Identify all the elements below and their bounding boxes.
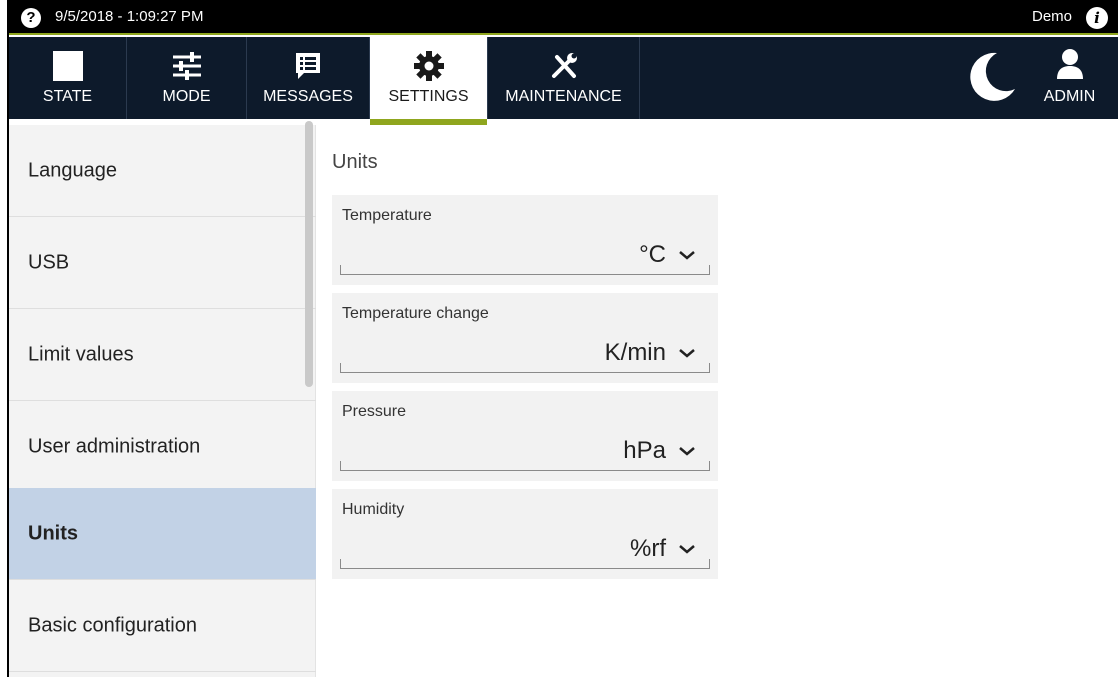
field-label: Humidity bbox=[342, 501, 405, 518]
temperature-unit-select[interactable]: °C bbox=[340, 233, 710, 275]
chevron-down-icon bbox=[676, 539, 698, 559]
tab-settings[interactable]: SETTINGS bbox=[370, 37, 488, 125]
field-label: Temperature change bbox=[342, 305, 489, 322]
page-title: Units bbox=[332, 151, 378, 173]
stop-square-icon bbox=[52, 51, 83, 86]
gear-icon bbox=[413, 51, 444, 86]
tab-maintenance-label: MAINTENANCE bbox=[505, 88, 622, 105]
field-label: Temperature bbox=[342, 207, 432, 224]
status-bar: ? 9/5/2018 - 1:09:27 PM Demo i bbox=[9, 0, 1118, 35]
user-admin-button[interactable]: ADMIN bbox=[1021, 37, 1118, 119]
tab-messages-label: MESSAGES bbox=[263, 88, 353, 105]
tab-messages[interactable]: MESSAGES bbox=[247, 37, 370, 119]
user-admin-label: ADMIN bbox=[1043, 88, 1096, 105]
info-icon[interactable]: i bbox=[1086, 7, 1108, 29]
help-icon[interactable]: ? bbox=[21, 8, 41, 28]
temperature-change-unit-select[interactable]: K/min bbox=[340, 331, 710, 373]
chevron-down-icon bbox=[676, 245, 698, 265]
select-value: hPa bbox=[623, 437, 666, 464]
tab-settings-label: SETTINGS bbox=[388, 88, 469, 105]
menu-item-user-administration[interactable]: User administration bbox=[9, 401, 316, 493]
select-value: %rf bbox=[630, 535, 666, 562]
settings-menu: Language USB Limit values User administr… bbox=[9, 125, 316, 677]
menu-item-label: User administration bbox=[28, 435, 201, 457]
datetime: 9/5/2018 - 1:09:27 PM bbox=[55, 8, 204, 25]
chevron-down-icon bbox=[676, 441, 698, 461]
humidity-unit-field: Humidity %rf bbox=[332, 489, 718, 579]
field-label: Pressure bbox=[342, 403, 407, 420]
menu-item-label: USB bbox=[28, 251, 70, 273]
menu-item-limit-values[interactable]: Limit values bbox=[9, 309, 316, 401]
menu-item-language[interactable]: Language bbox=[9, 125, 316, 217]
tools-icon bbox=[549, 51, 579, 86]
humidity-unit-select[interactable]: %rf bbox=[340, 527, 710, 569]
pressure-unit-select[interactable]: hPa bbox=[340, 429, 710, 471]
pressure-unit-field: Pressure hPa bbox=[332, 391, 718, 481]
tab-state-label: STATE bbox=[42, 88, 93, 105]
main-nav: STATE MODE MESSAGES SETTINGS MAINTENANCE… bbox=[9, 37, 1118, 125]
temperature-unit-field: Temperature °C bbox=[332, 195, 718, 285]
menu-item-label: Limit values bbox=[28, 343, 134, 365]
user-icon bbox=[1055, 47, 1085, 86]
menu-scrollbar[interactable] bbox=[305, 121, 313, 387]
temperature-change-unit-field: Temperature change K/min bbox=[332, 293, 718, 383]
app-frame: ? 9/5/2018 - 1:09:27 PM Demo i STATE MOD… bbox=[7, 0, 1118, 677]
sliders-icon bbox=[171, 51, 203, 86]
tab-mode[interactable]: MODE bbox=[127, 37, 247, 119]
tab-mode-label: MODE bbox=[162, 88, 211, 105]
select-value: K/min bbox=[604, 339, 666, 366]
menu-item-label: Units bbox=[28, 522, 78, 544]
menu-item-basic-configuration[interactable]: Basic configuration bbox=[9, 580, 316, 672]
message-list-icon bbox=[293, 51, 323, 86]
user-mode-label: Demo bbox=[1031, 8, 1072, 25]
tab-state[interactable]: STATE bbox=[9, 37, 127, 119]
menu-item-usb[interactable]: USB bbox=[9, 217, 316, 309]
select-value: °C bbox=[639, 241, 666, 268]
menu-item-units[interactable]: Units bbox=[9, 488, 316, 580]
menu-item-label: Basic configuration bbox=[28, 614, 197, 636]
moon-icon[interactable] bbox=[959, 45, 1019, 105]
tab-maintenance[interactable]: MAINTENANCE bbox=[488, 37, 640, 119]
chevron-down-icon bbox=[676, 343, 698, 363]
menu-item-label: Language bbox=[28, 159, 117, 181]
